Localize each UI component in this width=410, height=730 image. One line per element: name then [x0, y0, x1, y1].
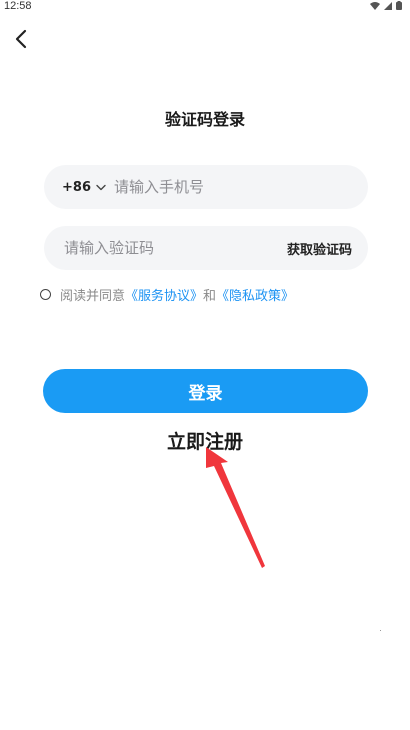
annotation-arrow-shape — [206, 447, 265, 568]
divider-dot — [380, 630, 381, 631]
annotation-arrow — [206, 447, 265, 568]
